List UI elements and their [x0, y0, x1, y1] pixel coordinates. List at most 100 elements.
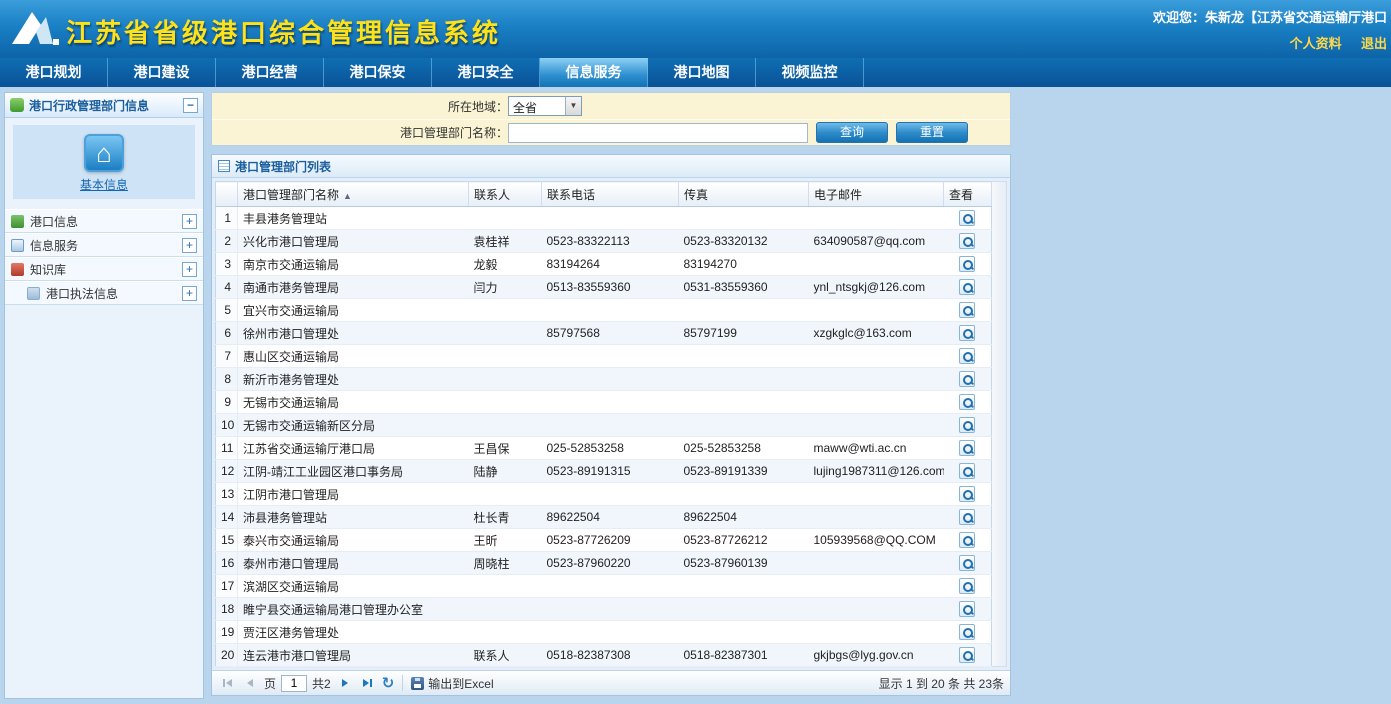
contact-cell: 王昌保: [469, 437, 542, 460]
table-row[interactable]: 12江阴-靖江工业园区港口事务局陆静0523-891913150523-8919…: [216, 460, 992, 483]
first-page-button[interactable]: [218, 675, 236, 691]
query-button[interactable]: 查询: [816, 122, 888, 143]
table-row[interactable]: 13江阴市港口管理局: [216, 483, 992, 506]
expand-button[interactable]: +: [182, 262, 197, 277]
column-header[interactable]: 查看: [944, 182, 992, 207]
phone-cell: [542, 483, 679, 506]
view-magnifier-button[interactable]: [959, 647, 975, 663]
last-page-button[interactable]: [359, 675, 377, 691]
sidebar-item-basic-info[interactable]: ⌂ 基本信息: [13, 125, 195, 199]
nav-tab[interactable]: 港口保安: [324, 58, 432, 87]
sidebar-item[interactable]: 港口信息+: [5, 209, 203, 233]
expand-button[interactable]: +: [182, 214, 197, 229]
content: 港口行政管理部门信息 − ⌂ 基本信息 港口信息+信息服务+知识库+港口执法信息…: [0, 87, 1391, 704]
nav-tab[interactable]: 港口安全: [432, 58, 540, 87]
view-cell: [944, 644, 992, 667]
expand-button[interactable]: +: [182, 286, 197, 301]
dept-name-cell: 泰兴市交通运输局: [238, 529, 469, 552]
nav-tab[interactable]: 信息服务: [540, 58, 648, 87]
nav-tab[interactable]: 港口建设: [108, 58, 216, 87]
table-row[interactable]: 15泰兴市交通运输局王昕0523-877262090523-8772621210…: [216, 529, 992, 552]
dept-name-cell: 江阴市港口管理局: [238, 483, 469, 506]
table-row[interactable]: 10无锡市交通运输新区分局: [216, 414, 992, 437]
view-magnifier-button[interactable]: [959, 325, 975, 341]
collapse-button[interactable]: −: [183, 98, 198, 113]
export-excel-label: 输出到Excel: [428, 675, 493, 692]
table-row[interactable]: 4南通市港务管理局闫力0513-835593600531-83559360ynl…: [216, 276, 992, 299]
table-row[interactable]: 2兴化市港口管理局袁桂祥0523-833221130523-8332013263…: [216, 230, 992, 253]
prev-page-button[interactable]: [241, 675, 259, 691]
sidebar-item[interactable]: 知识库+: [5, 257, 203, 281]
sidebar-item[interactable]: 信息服务+: [5, 233, 203, 257]
export-excel-button[interactable]: 输出到Excel: [411, 675, 493, 692]
view-magnifier-button[interactable]: [959, 279, 975, 295]
view-magnifier-button[interactable]: [959, 555, 975, 571]
fax-cell: [679, 483, 809, 506]
column-header[interactable]: 电子邮件: [809, 182, 944, 207]
view-magnifier-button[interactable]: [959, 440, 975, 456]
view-magnifier-button[interactable]: [959, 601, 975, 617]
row-number-cell: 9: [216, 391, 238, 414]
region-select[interactable]: 全省 ▼: [508, 96, 582, 116]
table-row[interactable]: 3南京市交通运输局龙毅8319426483194270: [216, 253, 992, 276]
fax-cell: 025-52853258: [679, 437, 809, 460]
fax-cell: [679, 575, 809, 598]
view-magnifier-button[interactable]: [959, 348, 975, 364]
row-number-cell: 12: [216, 460, 238, 483]
table-row[interactable]: 7惠山区交通运输局: [216, 345, 992, 368]
view-magnifier-button[interactable]: [959, 371, 975, 387]
view-cell: [944, 506, 992, 529]
view-cell: [944, 575, 992, 598]
column-header[interactable]: 港口管理部门名称▲: [238, 182, 469, 207]
column-header[interactable]: 联系电话: [542, 182, 679, 207]
table-scrollbar[interactable]: [992, 181, 1007, 667]
refresh-icon[interactable]: ↻: [382, 676, 395, 691]
view-magnifier-button[interactable]: [959, 624, 975, 640]
phone-cell: [542, 621, 679, 644]
table-row[interactable]: 16泰州市港口管理局周晓柱0523-879602200523-87960139: [216, 552, 992, 575]
view-magnifier-button[interactable]: [959, 509, 975, 525]
view-magnifier-button[interactable]: [959, 532, 975, 548]
sidebar: 港口行政管理部门信息 − ⌂ 基本信息 港口信息+信息服务+知识库+港口执法信息…: [4, 92, 204, 699]
logout-link[interactable]: 退出: [1361, 36, 1387, 51]
nav-tab[interactable]: 视频监控: [756, 58, 864, 87]
view-magnifier-button[interactable]: [959, 302, 975, 318]
view-magnifier-button[interactable]: [959, 210, 975, 226]
table-row[interactable]: 18睢宁县交通运输局港口管理办公室: [216, 598, 992, 621]
table-row[interactable]: 11江苏省交通运输厅港口局王昌保025-52853258025-52853258…: [216, 437, 992, 460]
contact-cell: [469, 391, 542, 414]
next-page-button[interactable]: [336, 675, 354, 691]
nav-tab[interactable]: 港口规划: [0, 58, 108, 87]
column-header[interactable]: 联系人: [469, 182, 542, 207]
nav-tab[interactable]: 港口经营: [216, 58, 324, 87]
view-cell: [944, 391, 992, 414]
profile-link[interactable]: 个人资料: [1290, 36, 1342, 51]
table-row[interactable]: 9无锡市交通运输局: [216, 391, 992, 414]
row-number-cell: 13: [216, 483, 238, 506]
page-number-input[interactable]: [281, 675, 307, 692]
dept-name-cell: 无锡市交通运输局: [238, 391, 469, 414]
table-row[interactable]: 8新沂市港务管理处: [216, 368, 992, 391]
nav-tab[interactable]: 港口地图: [648, 58, 756, 87]
table-row[interactable]: 6徐州市港口管理处8579756885797199xzgkglc@163.com: [216, 322, 992, 345]
view-magnifier-button[interactable]: [959, 417, 975, 433]
expand-button[interactable]: +: [182, 238, 197, 253]
view-cell: [944, 529, 992, 552]
table-row[interactable]: 19贾汪区港务管理处: [216, 621, 992, 644]
view-magnifier-button[interactable]: [959, 463, 975, 479]
view-magnifier-button[interactable]: [959, 578, 975, 594]
table-row[interactable]: 20连云港市港口管理局联系人0518-823873080518-82387301…: [216, 644, 992, 667]
reset-button[interactable]: 重置: [896, 122, 968, 143]
view-magnifier-button[interactable]: [959, 233, 975, 249]
table-row[interactable]: 14沛县港务管理站杜长青8962250489622504: [216, 506, 992, 529]
view-magnifier-button[interactable]: [959, 256, 975, 272]
view-magnifier-button[interactable]: [959, 486, 975, 502]
sidebar-item[interactable]: 港口执法信息+: [5, 281, 203, 305]
column-header[interactable]: 传真: [679, 182, 809, 207]
table-row[interactable]: 1丰县港务管理站: [216, 207, 992, 230]
table-row[interactable]: 5宜兴市交通运输局: [216, 299, 992, 322]
view-magnifier-button[interactable]: [959, 394, 975, 410]
email-cell: [809, 207, 944, 230]
table-row[interactable]: 17滨湖区交通运输局: [216, 575, 992, 598]
dept-name-input[interactable]: [508, 123, 808, 143]
